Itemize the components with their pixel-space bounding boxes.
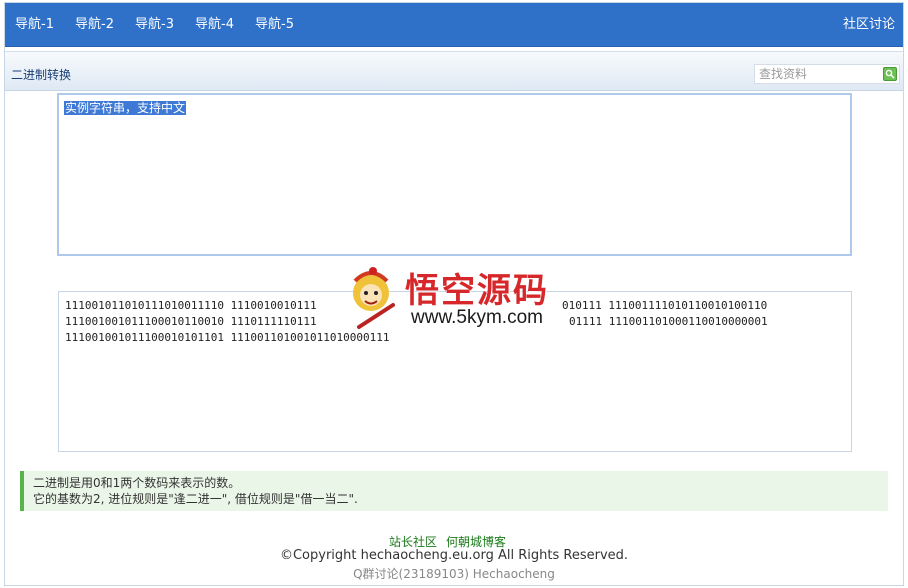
copyright-text: ©Copyright hechaocheng.eu.org All Rights… xyxy=(279,548,629,563)
nav-item-5[interactable]: 导航-5 xyxy=(255,17,294,33)
output-line-2-left: 111001001011100010110010 1110111110111 xyxy=(65,315,317,328)
info-line-1: 二进制是用0和1两个数码来表示的数。 xyxy=(33,476,241,490)
input-selected-text: 实例字符串，支持中文 xyxy=(64,101,187,115)
watermark-title: 悟空源码 xyxy=(405,271,549,311)
nav-item-1[interactable]: 导航-1 xyxy=(15,17,54,33)
output-line-3: 111001001011100010101101 111001101001011… xyxy=(65,331,390,344)
tool-title-bar: 二进制转换 xyxy=(5,51,903,91)
search-go-icon[interactable] xyxy=(883,67,897,81)
page-frame: 导航-1 导航-2 导航-3 导航-4 导航-5 社区讨论 二进制转换 实例字符… xyxy=(4,2,904,586)
output-line-2-right: 01111 111001101000110010000001 xyxy=(569,315,768,328)
top-navigation-bar: 导航-1 导航-2 导航-3 导航-4 导航-5 社区讨论 xyxy=(5,3,903,47)
search-input[interactable] xyxy=(755,65,883,83)
binary-info-note: 二进制是用0和1两个数码来表示的数。 它的基数为2, 进位规则是"逢二进一", … xyxy=(20,471,888,511)
community-discussion-link[interactable]: 社区讨论 xyxy=(843,17,895,33)
output-line-1-right: 010111 111001111010110010100110 xyxy=(562,299,768,312)
watermark-overlay: 悟空源码 www.5kym.com xyxy=(345,259,575,339)
qq-group-text: Q群讨论(23189103) Hechaocheng xyxy=(353,567,555,581)
output-line-1-left: 111001011010111010011110 1110010010111 xyxy=(65,299,317,312)
search-box xyxy=(754,64,900,84)
page-title: 二进制转换 xyxy=(11,68,72,82)
text-input-area[interactable]: 实例字符串，支持中文 xyxy=(57,93,852,256)
watermark-url: www.5kym.com xyxy=(411,307,543,328)
nav-item-3[interactable]: 导航-3 xyxy=(135,17,174,33)
nav-item-2[interactable]: 导航-2 xyxy=(75,17,114,33)
info-line-2: 它的基数为2, 进位规则是"逢二进一", 借位规则是"借一当二". xyxy=(33,492,358,506)
nav-item-4[interactable]: 导航-4 xyxy=(195,17,234,33)
